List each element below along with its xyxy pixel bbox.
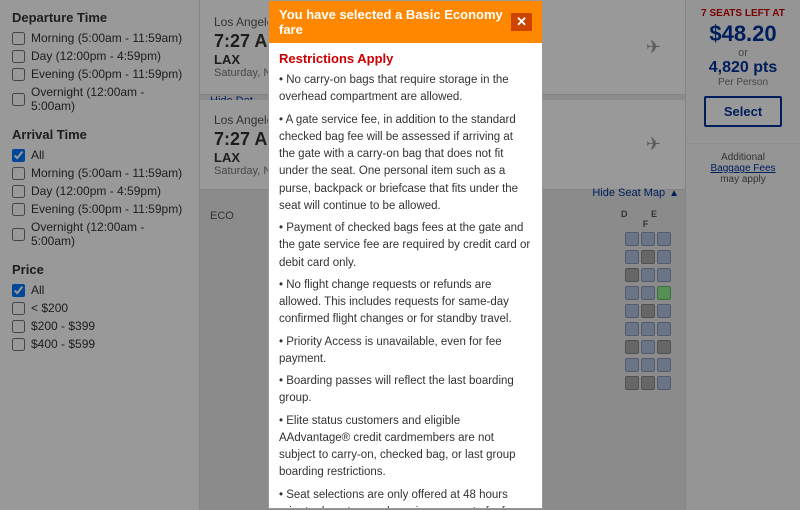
restrictions-label: Restrictions Apply — [279, 51, 532, 66]
modal-bullet: • Seat selections are only offered at 48… — [279, 487, 532, 509]
modal-bullet: • Boarding passes will reflect the last … — [279, 373, 532, 408]
modal-text: • No carry-on bags that require storage … — [279, 72, 532, 508]
modal-header-text: You have selected a Basic Economy fare — [279, 7, 511, 37]
modal-bullet: • Payment of checked bags fees at the ga… — [279, 220, 532, 272]
modal-bullet: • No flight change requests or refunds a… — [279, 277, 532, 329]
modal-header: You have selected a Basic Economy fare ✕ — [269, 1, 542, 43]
modal-bullet: • A gate service fee, in addition to the… — [279, 112, 532, 216]
modal-close-button[interactable]: ✕ — [511, 13, 532, 31]
modal-bullet: • No carry-on bags that require storage … — [279, 72, 532, 107]
basic-economy-modal: You have selected a Basic Economy fare ✕… — [268, 0, 543, 509]
modal-bullet: • Elite status customers and eligible AA… — [279, 413, 532, 482]
modal-body: Restrictions Apply • No carry-on bags th… — [269, 43, 542, 508]
modal-bullet: • Priority Access is unavailable, even f… — [279, 334, 532, 369]
